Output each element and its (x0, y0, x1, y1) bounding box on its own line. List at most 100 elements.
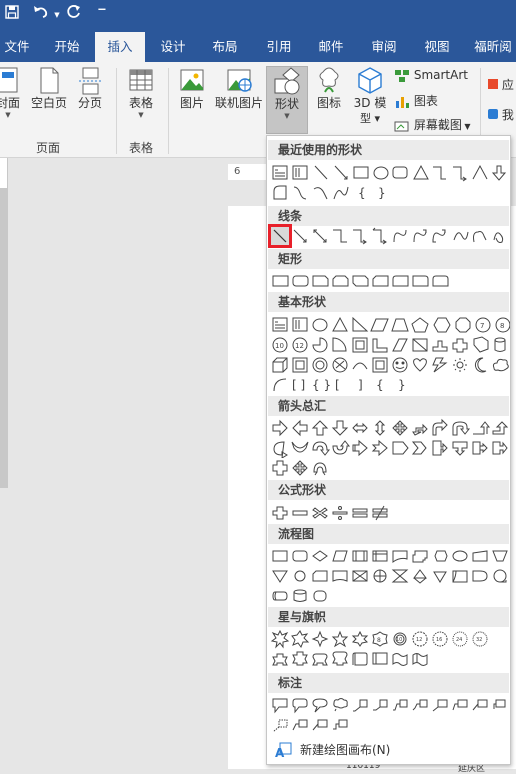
picture-label: 图片 (179, 96, 204, 110)
undo-dropdown-icon[interactable]: ▼ (52, 4, 62, 26)
tab-review[interactable]: 审阅 (361, 32, 407, 62)
flowchart-row[interactable] (270, 566, 510, 586)
basic-shapes-row[interactable]: 10 12 (270, 335, 510, 355)
callouts-icons-2 (273, 719, 348, 732)
picture-button[interactable]: 图片 (174, 66, 210, 136)
online-picture-button[interactable]: 联机图片 (212, 66, 266, 136)
flowchart-row[interactable] (270, 546, 510, 566)
blank-page-button[interactable]: 空白页 (26, 66, 72, 136)
ruler-number: 6 (234, 166, 241, 177)
recent-shapes-icons (272, 164, 507, 182)
rectangles-row[interactable] (270, 271, 510, 291)
equation-shapes-row[interactable] (270, 503, 510, 523)
flowchart-icons-3 (272, 589, 327, 602)
stars-row[interactable]: 8 10 12 16 24 32 (270, 629, 510, 649)
table-group-label: 表格 (128, 141, 153, 155)
svg-text:{: { (376, 378, 384, 392)
chart-label: 图表 (413, 94, 438, 108)
section-rectangles: 矩形 (268, 249, 509, 269)
page-break-button[interactable]: 分页 (72, 66, 108, 136)
table-button[interactable]: 表格 ▼ (120, 66, 162, 136)
undo-icon[interactable] (30, 4, 52, 26)
customize-qat-icon[interactable]: ▔ (94, 4, 110, 26)
chevron-down-icon: ▼ (461, 122, 471, 131)
3d-models-button[interactable]: 3D 模 型 ▾ (350, 66, 390, 136)
section-flowchart: 流程图 (268, 524, 509, 544)
block-arrows-row[interactable] (270, 458, 510, 478)
tab-insert[interactable]: 插入 (95, 32, 145, 62)
title-bar: ▼ ▔ (0, 0, 516, 32)
basic-shapes-row[interactable]: [ ] { } [ ] { } (270, 375, 510, 395)
callouts-row[interactable] (270, 715, 510, 735)
basic-shapes-row[interactable]: 7 8 (270, 315, 510, 335)
save-icon[interactable] (2, 4, 22, 26)
chevron-down-icon: ▼ (138, 111, 144, 119)
svg-text:10: 10 (275, 342, 284, 350)
recent-shapes-row[interactable] (270, 163, 510, 183)
ribbon-tabs: 文件 开始 插入 设计 布局 引用 邮件 审阅 视图 福昕阅 (0, 32, 516, 62)
get-addins-button[interactable]: 应 (488, 76, 516, 94)
chevron-down-icon: ▼ (284, 112, 290, 120)
banners-icons (272, 651, 428, 666)
block-arrows-icons-2 (273, 439, 508, 458)
section-lines: 线条 (268, 206, 509, 226)
tab-view[interactable]: 视图 (414, 32, 460, 62)
section-block-arrows: 箭头总汇 (268, 396, 509, 416)
svg-text:16: 16 (436, 637, 442, 643)
store-icon (488, 79, 498, 89)
drawing-canvas-icon: A (275, 742, 292, 759)
my-addins-button[interactable]: 我 (488, 106, 516, 124)
addins-icon (488, 109, 498, 119)
tab-layout[interactable]: 布局 (202, 32, 248, 62)
basic-shapes-icons-3 (272, 357, 509, 373)
tab-references[interactable]: 引用 (256, 32, 302, 62)
recent-shapes-row[interactable]: { } (270, 183, 510, 203)
page-break-icon (79, 67, 101, 95)
shapes-icon (274, 67, 300, 95)
shapes-button[interactable]: 形状 ▼ (266, 66, 308, 134)
block-arrows-row[interactable] (270, 418, 510, 438)
3d-cube-icon (358, 67, 382, 94)
icons-icon (319, 67, 339, 93)
tab-home[interactable]: 开始 (44, 32, 90, 62)
pages-group-label: 页面 (35, 141, 60, 155)
svg-text:12: 12 (295, 342, 304, 350)
svg-text:A: A (275, 746, 285, 759)
svg-text:7: 7 (480, 322, 484, 330)
chart-button[interactable]: 图表 (394, 92, 472, 112)
flowchart-row[interactable] (270, 586, 510, 606)
tab-mailings[interactable]: 邮件 (308, 32, 354, 62)
svg-text:32: 32 (476, 637, 482, 643)
blank-page-label: 空白页 (30, 96, 67, 110)
redo-icon[interactable] (64, 4, 84, 26)
screenshot-icon (394, 121, 409, 131)
block-arrows-icons-1 (272, 418, 509, 437)
smartart-button[interactable]: SmartArt (394, 68, 472, 88)
callouts-row[interactable] (270, 695, 510, 715)
flowchart-icons-1 (272, 550, 508, 563)
blank-page-icon (40, 67, 59, 94)
3d-models-label: 3D 模 (353, 96, 387, 110)
cover-page-button[interactable]: 封面 ▼ (0, 66, 22, 136)
new-drawing-canvas-label: 新建绘图画布(N) (300, 743, 391, 757)
svg-text:{ }: { } (312, 378, 331, 392)
svg-text:10: 10 (396, 637, 402, 643)
block-arrows-row[interactable] (270, 438, 510, 458)
tab-design[interactable]: 设计 (150, 32, 196, 62)
online-picture-label: 联机图片 (214, 96, 263, 110)
tab-foxit[interactable]: 福昕阅 (470, 32, 516, 62)
shapes-gallery: 最近使用的形状 { } 线条 矩形 基本形状 7 8 10 12 [] {}… (266, 135, 511, 765)
lines-row[interactable] (268, 224, 510, 248)
section-recent-shapes: 最近使用的形状 (268, 140, 509, 160)
cover-page-label: 封面 (0, 96, 20, 110)
icons-button[interactable]: 图标 (310, 66, 348, 136)
group-divider (168, 68, 169, 154)
banners-row[interactable] (270, 649, 510, 669)
svg-text:[: [ (335, 378, 340, 392)
flowchart-icons-2 (272, 569, 507, 584)
chart-icon (396, 96, 409, 108)
new-drawing-canvas-button[interactable]: A 新建绘图画布(N) (268, 738, 509, 760)
tab-file[interactable]: 文件 (0, 32, 34, 62)
screenshot-button[interactable]: 屏幕截图 ▼ (394, 116, 476, 136)
basic-shapes-row[interactable] (270, 355, 510, 375)
